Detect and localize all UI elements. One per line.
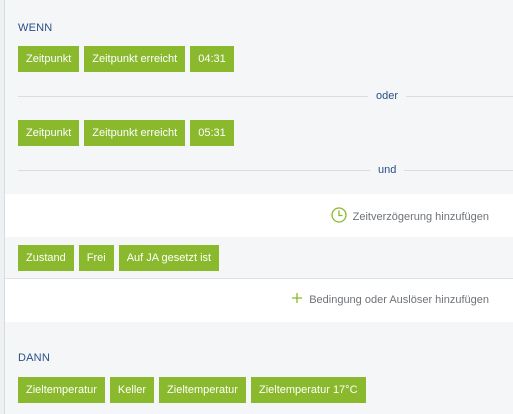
action-room-chip[interactable]: Keller — [109, 377, 155, 403]
trigger-type-chip[interactable]: Zeitpunkt — [18, 46, 80, 72]
connector-label-und: und — [370, 164, 405, 176]
add-delay-button[interactable]: Zeitverzögerung hinzufügen — [330, 207, 489, 226]
condition-row: Zustand Frei Auf JA gesetzt ist — [18, 245, 220, 271]
trigger-row-1: Zeitpunkt Zeitpunkt erreicht 04:31 — [18, 46, 234, 72]
add-condition-button[interactable]: Bedingung oder Auslöser hinzufügen — [291, 292, 489, 307]
plus-icon — [291, 292, 303, 307]
connector-label-oder: oder — [368, 90, 407, 102]
action-value-chip[interactable]: Zieltemperatur 17°C — [250, 377, 366, 403]
connector-line — [18, 170, 513, 171]
condition-section: Zustand Frei Auf JA gesetzt ist — [4, 237, 513, 279]
trigger-section: WENN Zeitpunkt Zeitpunkt erreicht 04:31 … — [4, 0, 513, 195]
trigger-row-2: Zeitpunkt Zeitpunkt erreicht 05:31 — [18, 120, 234, 146]
action-type-chip[interactable]: Zieltemperatur — [18, 377, 105, 403]
trigger-condition-chip[interactable]: Zeitpunkt erreicht — [84, 46, 186, 72]
clock-icon — [330, 207, 347, 226]
section-heading-dann: DANN — [18, 352, 50, 364]
connector-line — [18, 96, 513, 97]
trigger-time-chip[interactable]: 04:31 — [190, 46, 234, 72]
add-delay-label: Zeitverzögerung hinzufügen — [352, 210, 489, 223]
condition-state-chip[interactable]: Auf JA gesetzt ist — [118, 245, 220, 271]
action-property-chip[interactable]: Zieltemperatur — [159, 377, 246, 403]
condition-type-chip[interactable]: Zustand — [18, 245, 74, 271]
action-row: Zieltemperatur Keller Zieltemperatur Zie… — [18, 377, 366, 403]
connector-und: und — [18, 164, 513, 176]
add-condition-label: Bedingung oder Auslöser hinzufügen — [309, 293, 489, 306]
delay-row: Zeitverzögerung hinzufügen — [4, 194, 513, 238]
add-condition-row: Bedingung oder Auslöser hinzufügen — [4, 279, 513, 323]
condition-subject-chip[interactable]: Frei — [78, 245, 114, 271]
trigger-condition-chip[interactable]: Zeitpunkt erreicht — [84, 120, 186, 146]
section-heading-wenn: WENN — [18, 22, 53, 34]
trigger-time-chip[interactable]: 05:31 — [190, 120, 234, 146]
action-section: DANN Zieltemperatur Keller Zieltemperatu… — [4, 322, 513, 414]
trigger-type-chip[interactable]: Zeitpunkt — [18, 120, 80, 146]
connector-oder: oder — [18, 90, 513, 102]
